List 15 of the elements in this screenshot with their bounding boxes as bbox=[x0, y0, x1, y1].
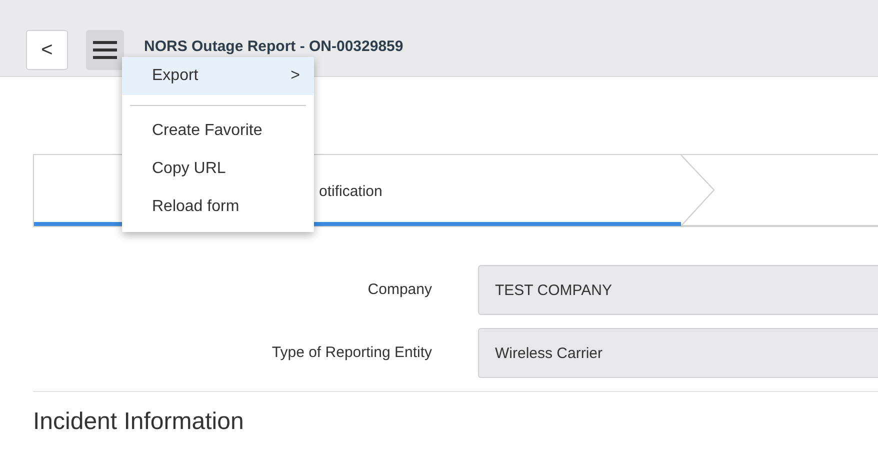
field-label: Company bbox=[366, 280, 432, 300]
text-field[interactable]: TEST COMPANY bbox=[478, 265, 878, 315]
stage-label: otification bbox=[319, 182, 382, 202]
field-label: Type of Reporting Entity bbox=[270, 342, 432, 363]
menu-item[interactable]: Copy URL bbox=[122, 150, 314, 188]
menu-item[interactable]: Reload form bbox=[122, 188, 314, 226]
back-button[interactable]: < bbox=[26, 30, 68, 70]
form-title: NORS Outage Report - ON-00329859 bbox=[144, 36, 404, 57]
section-heading: Incident Information bbox=[33, 407, 245, 437]
menu-button[interactable] bbox=[86, 30, 124, 70]
menu-item[interactable]: Export > bbox=[122, 57, 314, 95]
menu-item[interactable]: Create Favorite bbox=[122, 112, 314, 150]
submenu-arrow: > bbox=[290, 66, 300, 86]
menu-icon bbox=[93, 41, 117, 59]
text-field[interactable]: Wireless Carrier bbox=[478, 328, 878, 378]
